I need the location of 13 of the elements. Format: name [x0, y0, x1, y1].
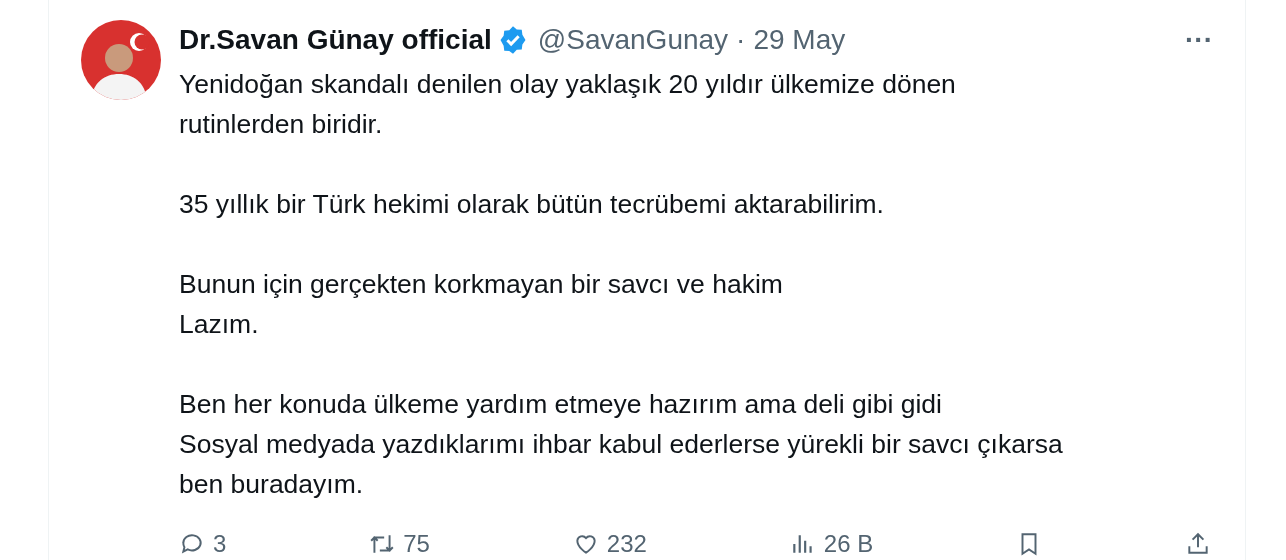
author-handle[interactable]: @SavanGunay — [537, 20, 729, 60]
tweet-paragraph: Ben her konuda ülkeme yardım etmeye hazırım ama deli gibi gidi Sosyal medyada yazdıklarımı ihbar kabul ederlerse yürekli bir savcı çıkarsa ben buradayım. — [179, 388, 1064, 501]
reply-button[interactable]: 3 — [179, 526, 227, 560]
separator-dot: · — [736, 23, 746, 57]
more-button[interactable]: ··· — [1185, 30, 1213, 50]
author-name[interactable]: Dr.Savan Günay official — [179, 20, 492, 60]
tweet-paragraph: Yenidoğan skandalı denilen olay yaklaşık 20 yıldır ülkemize dönen rutinlerden biridir. — [179, 68, 957, 141]
tweet-paragraph: 35 yıllık bir Türk hekimi olarak bütün tecrübemi aktarabilirim. — [179, 188, 885, 221]
tweet-date[interactable]: 29 May — [753, 20, 846, 60]
tweet-paragraph: Bunun için gerçekten korkmayan bir savcı ve hakim Lazım. — [179, 268, 784, 341]
views-button[interactable]: 26 B — [789, 526, 874, 560]
retweet-button[interactable]: 75 — [369, 526, 430, 560]
like-button[interactable]: 232 — [572, 526, 647, 560]
